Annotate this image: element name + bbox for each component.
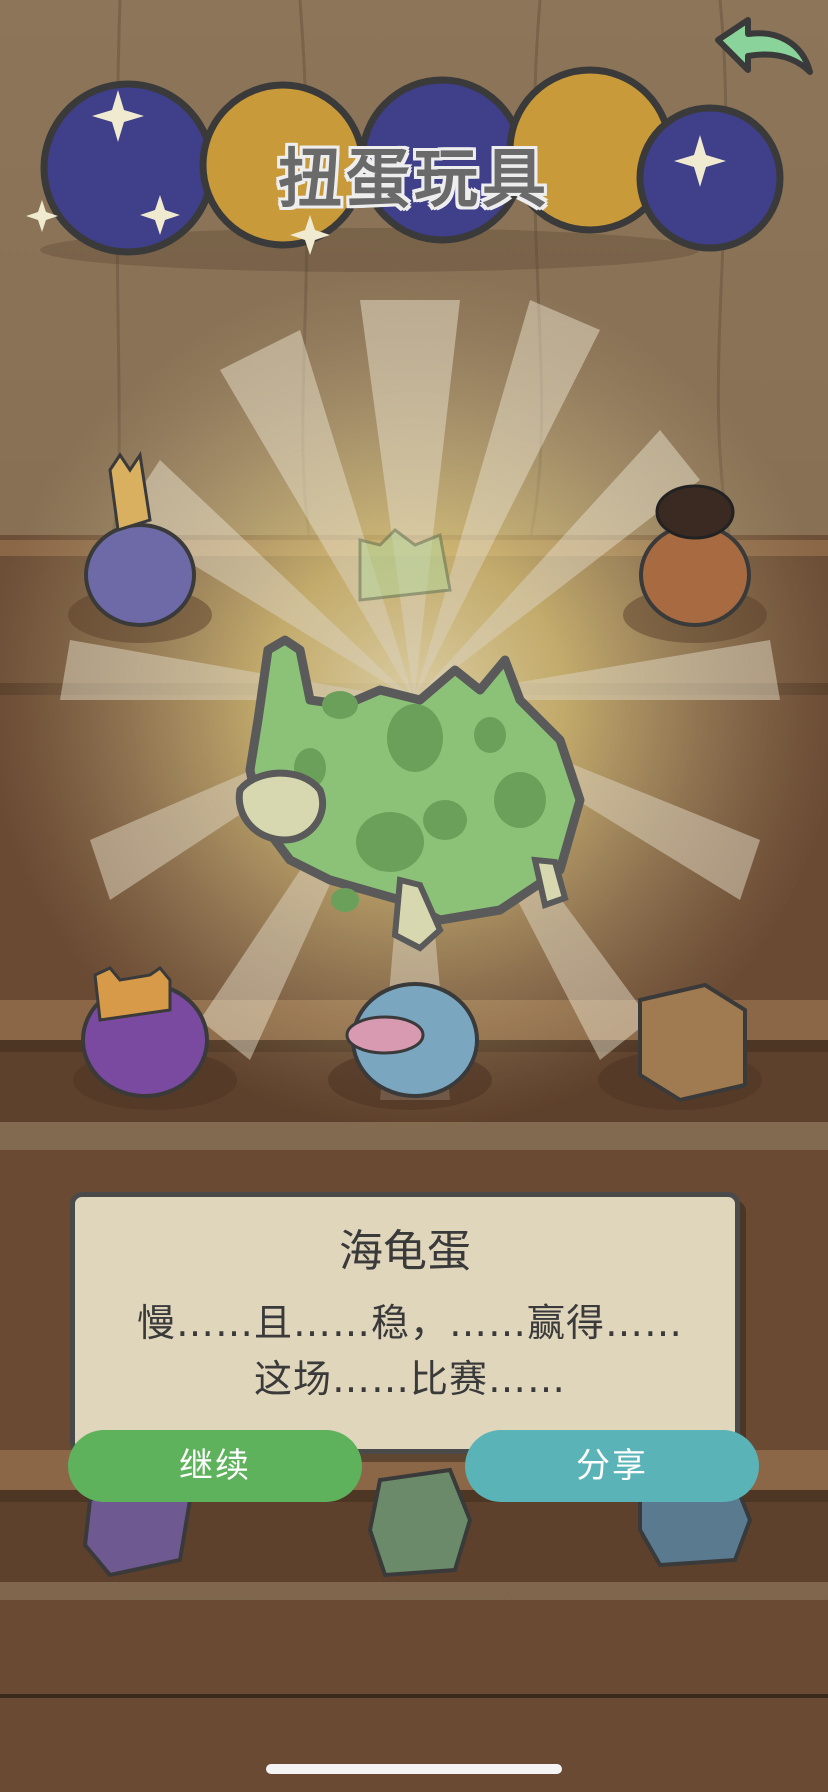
back-arrow-icon bbox=[715, 17, 813, 75]
prize-dialog: 海龟蛋 慢……且……稳，……赢得……这场……比赛…… bbox=[70, 1192, 740, 1454]
continue-button[interactable]: 继续 bbox=[68, 1430, 362, 1502]
back-button[interactable] bbox=[706, 12, 820, 98]
game-scene bbox=[0, 0, 828, 1792]
prize-name: 海龟蛋 bbox=[339, 1226, 471, 1277]
home-indicator[interactable] bbox=[266, 1764, 562, 1774]
green-dice[interactable] bbox=[367, 1467, 473, 1578]
prize-description: 慢……且……稳，……赢得……这场……比赛…… bbox=[136, 1301, 683, 1401]
share-button[interactable]: 分享 bbox=[465, 1430, 759, 1502]
page-title: 扭蛋玩具 bbox=[278, 143, 550, 217]
